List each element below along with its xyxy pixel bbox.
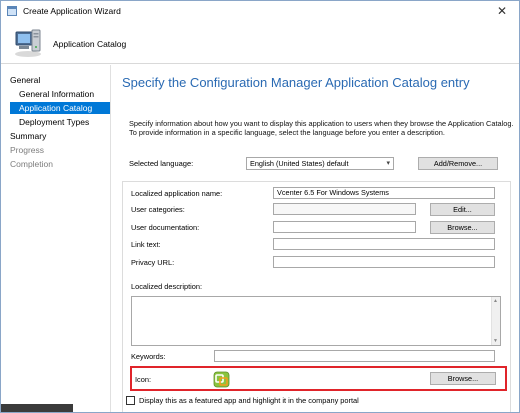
application-icon xyxy=(213,371,230,388)
nav-item-general-information[interactable]: General Information xyxy=(19,88,94,100)
user-documentation-label: User documentation: xyxy=(131,223,200,232)
app-window-icon xyxy=(7,6,17,16)
localized-name-label: Localized application name: xyxy=(131,189,223,198)
wizard-header: Application Catalog xyxy=(1,21,519,64)
wizard-page-title: Application Catalog xyxy=(53,39,127,49)
description-scrollbar[interactable]: ▲ ▼ xyxy=(491,297,500,345)
browse-icon-button[interactable]: Browse... xyxy=(430,372,496,385)
keywords-label: Keywords: xyxy=(131,352,166,361)
language-select[interactable]: English (United States) default ▾ xyxy=(246,157,394,170)
privacy-url-input[interactable] xyxy=(273,256,495,268)
computer-wizard-icon xyxy=(15,29,41,57)
localized-description-label: Localized description: xyxy=(131,282,203,291)
window-title: Create Application Wizard xyxy=(23,6,121,16)
selected-language-label: Selected language: xyxy=(129,159,194,168)
user-categories-field xyxy=(273,203,416,215)
wizard-nav: General General Information Application … xyxy=(1,65,111,412)
localized-name-input[interactable]: Vcenter 6.5 For Windows Systems xyxy=(273,187,495,199)
language-select-value: English (United States) default xyxy=(250,159,349,168)
wizard-content: Specify the Configuration Manager Applic… xyxy=(112,65,519,412)
browse-documentation-button[interactable]: Browse... xyxy=(430,221,495,234)
wizard-window: Create Application Wizard ✕ Application … xyxy=(0,0,520,413)
nav-item-deployment-types[interactable]: Deployment Types xyxy=(19,116,89,128)
featured-app-checkbox-box[interactable] xyxy=(126,396,135,405)
title-bar: Create Application Wizard ✕ xyxy=(1,1,519,21)
nav-item-summary[interactable]: Summary xyxy=(10,130,46,142)
nav-item-general[interactable]: General xyxy=(10,74,40,86)
featured-app-checkbox-label: Display this as a featured app and highl… xyxy=(139,396,359,405)
taskbar-fragment xyxy=(1,404,73,412)
user-categories-label: User categories: xyxy=(131,205,185,214)
chevron-down-icon: ▾ xyxy=(386,160,390,167)
add-remove-language-button[interactable]: Add/Remove... xyxy=(418,157,498,170)
icon-label: Icon: xyxy=(135,375,152,384)
edit-categories-button[interactable]: Edit... xyxy=(430,203,495,216)
localized-description-textarea[interactable]: ▲ ▼ xyxy=(131,296,501,346)
nav-item-application-catalog[interactable]: Application Catalog xyxy=(10,102,110,114)
icon-highlight-box: Icon: Browse... xyxy=(130,366,507,391)
privacy-url-label: Privacy URL: xyxy=(131,258,175,267)
link-text-label: Link text: xyxy=(131,240,161,249)
scroll-up-icon[interactable]: ▲ xyxy=(493,298,498,304)
link-text-input[interactable] xyxy=(273,238,495,250)
user-documentation-input[interactable] xyxy=(273,221,416,233)
nav-item-progress: Progress xyxy=(10,145,45,155)
page-heading: Specify the Configuration Manager Applic… xyxy=(122,75,470,90)
page-description: Specify information about how you want t… xyxy=(129,119,514,137)
nav-item-completion: Completion xyxy=(10,159,53,169)
catalog-fields-group: Localized application name: Vcenter 6.5 … xyxy=(122,181,511,412)
scroll-down-icon[interactable]: ▼ xyxy=(493,338,498,344)
keywords-input[interactable] xyxy=(214,350,495,362)
close-button[interactable]: ✕ xyxy=(489,3,515,19)
featured-app-checkbox[interactable]: Display this as a featured app and highl… xyxy=(126,396,359,405)
